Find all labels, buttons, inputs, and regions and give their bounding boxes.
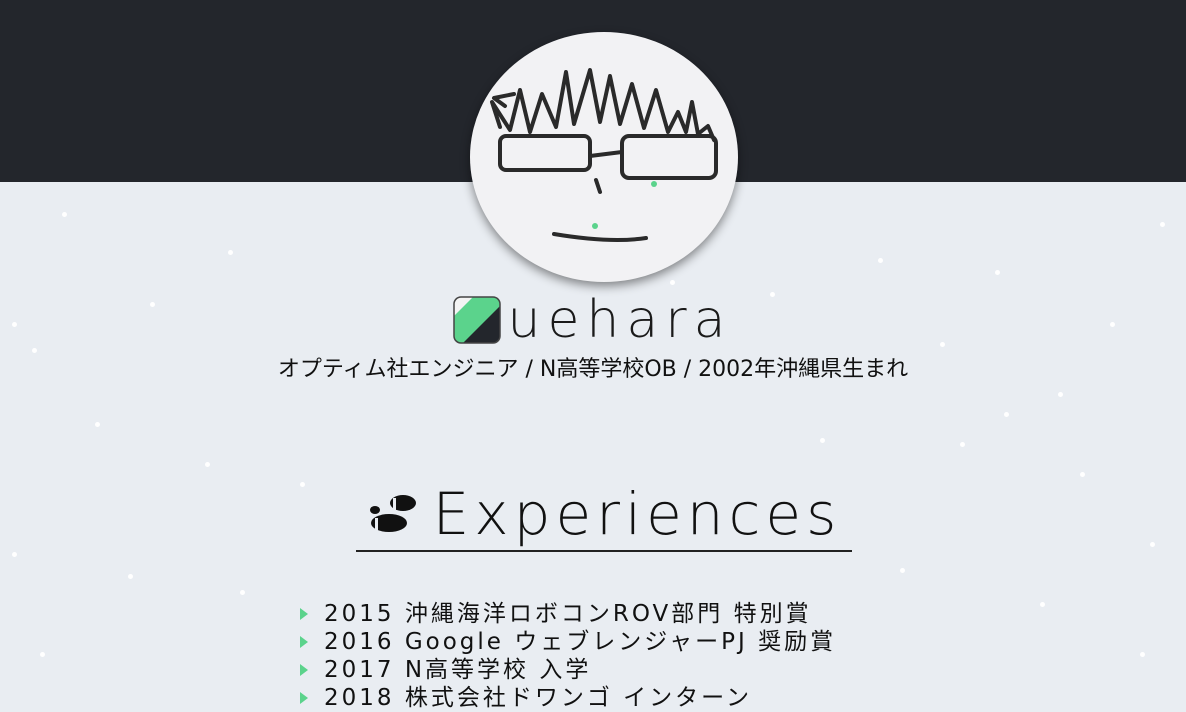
triangle-bullet-icon [300, 664, 308, 676]
profile-avatar [470, 32, 738, 282]
triangle-bullet-icon [300, 608, 308, 620]
list-item: 2018 株式会社ドワンゴ インターン [298, 684, 836, 712]
experience-text: 2017 N高等学校 入学 [324, 657, 592, 683]
list-item: 2016 Google ウェブレンジャーPJ 奨励賞 [298, 628, 836, 656]
profile-tagline: オプティム社エンジニア / N高等学校OB / 2002年沖縄県生まれ [277, 357, 909, 382]
profile-name: uehara [507, 290, 733, 350]
experience-text: 2016 Google ウェブレンジャーPJ 奨励賞 [324, 629, 837, 655]
avatar-face-drawing [490, 68, 718, 243]
list-item: 2015 沖縄海洋ロボコンROV部門 特別賞 [298, 600, 836, 628]
experience-text: 2018 株式会社ドワンゴ インターン [324, 685, 753, 711]
experiences-title: Experiences [432, 480, 842, 548]
footprints-icon [369, 495, 416, 532]
triangle-bullet-icon [300, 636, 308, 648]
experiences-heading: Experiences [356, 478, 852, 552]
list-item: 2017 N高等学校 入学 [298, 656, 836, 684]
experience-text: 2015 沖縄海洋ロボコンROV部門 特別賞 [324, 601, 812, 627]
experiences-list: 2015 沖縄海洋ロボコンROV部門 特別賞 2016 Google ウェブレン… [298, 600, 836, 712]
profile-name-row: uehara [0, 290, 1186, 350]
logo-icon [453, 296, 502, 344]
